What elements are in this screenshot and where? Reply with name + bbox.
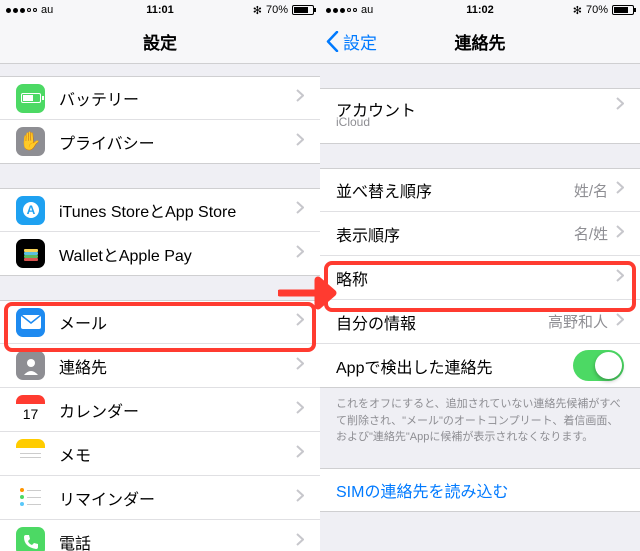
contacts-settings-screen: au 11:02 ✻ 70% 設定 連絡先 アカウント iCloud 並べ替え順… <box>320 0 640 551</box>
settings-row-hand[interactable]: ✋ プライバシー <box>0 120 320 164</box>
my-info-cell[interactable]: 自分の情報 高野和人 <box>320 300 640 344</box>
settings-row-notes[interactable]: メモ <box>0 432 320 476</box>
short-name-cell[interactable]: 略称 <box>320 256 640 300</box>
row-label: iTunes StoreとApp Store <box>59 198 296 222</box>
hand-icon: ✋ <box>16 127 45 156</box>
wallet-icon <box>16 239 45 268</box>
chevron-right-icon <box>296 489 304 507</box>
nav-bar: 設定 連絡先 <box>320 20 640 64</box>
display-order-cell[interactable]: 表示順序 名/姓 <box>320 212 640 256</box>
sort-order-cell[interactable]: 並べ替え順序 姓/名 <box>320 168 640 212</box>
appstore-icon: A <box>16 196 45 225</box>
accounts-value: iCloud <box>336 115 370 129</box>
chevron-right-icon <box>616 269 624 287</box>
display-label: 表示順序 <box>336 222 574 246</box>
row-label: 電話 <box>59 530 296 551</box>
battery-icon <box>612 5 634 15</box>
row-label: リマインダー <box>59 486 296 510</box>
row-label: プライバシー <box>59 130 296 154</box>
bluetooth-icon: ✻ <box>253 4 262 17</box>
row-label: WalletとApple Pay <box>59 242 296 266</box>
settings-screen: au 11:01 ✻ 70% 設定 バッテリー ✋ プライバシー AiTunes S… <box>0 0 320 551</box>
svg-text:A: A <box>26 203 35 217</box>
chevron-right-icon <box>296 313 304 331</box>
found-in-apps-cell: Appで検出した連絡先 <box>320 344 640 388</box>
mail-icon <box>16 308 45 337</box>
footer-text: これをオフにすると、追加されていない連絡先候補がすべて削除され、"メール"のオー… <box>320 388 640 454</box>
status-bar: au 11:02 ✻ 70% <box>320 0 640 20</box>
accounts-label: アカウント <box>336 97 616 121</box>
display-value: 名/姓 <box>574 223 608 244</box>
row-label: カレンダー <box>59 398 296 422</box>
short-label: 略称 <box>336 266 616 290</box>
settings-row-calendar[interactable]: 17 カレンダー <box>0 388 320 432</box>
row-label: バッテリー <box>59 86 296 110</box>
settings-list[interactable]: バッテリー ✋ プライバシー AiTunes StoreとApp Store Wall… <box>0 64 320 551</box>
carrier-label: au <box>41 4 53 16</box>
chevron-right-icon <box>616 225 624 243</box>
found-toggle[interactable] <box>573 350 624 381</box>
reminders-icon <box>16 483 45 512</box>
bluetooth-icon: ✻ <box>573 4 582 17</box>
chevron-right-icon <box>296 533 304 551</box>
settings-row-battery[interactable]: バッテリー <box>0 76 320 120</box>
sort-label: 並べ替え順序 <box>336 178 574 202</box>
battery-icon <box>16 84 45 113</box>
my-info-label: 自分の情報 <box>336 310 548 334</box>
chevron-right-icon <box>296 245 304 263</box>
contacts-settings-list[interactable]: アカウント iCloud 並べ替え順序 姓/名 表示順序 名/姓 略称 自分の情… <box>320 64 640 551</box>
chevron-right-icon <box>296 357 304 375</box>
battery-icon <box>292 5 314 15</box>
chevron-right-icon <box>616 97 624 115</box>
signal-icon <box>6 8 37 13</box>
settings-row-phone[interactable]: 電話 <box>0 520 320 551</box>
back-label: 設定 <box>343 29 377 54</box>
my-info-value: 高野和人 <box>548 311 608 332</box>
page-title: 設定 <box>143 29 177 54</box>
signal-icon <box>326 8 357 13</box>
settings-row-appstore[interactable]: AiTunes StoreとApp Store <box>0 188 320 232</box>
chevron-right-icon <box>296 89 304 107</box>
page-title: 連絡先 <box>455 29 506 54</box>
sort-value: 姓/名 <box>574 180 608 201</box>
notes-icon <box>16 439 45 468</box>
row-label: 連絡先 <box>59 354 296 378</box>
chevron-right-icon <box>296 401 304 419</box>
calendar-icon: 17 <box>16 395 45 424</box>
battery-pct: 70% <box>266 4 288 16</box>
found-label: Appで検出した連絡先 <box>336 354 573 378</box>
chevron-right-icon <box>616 313 624 331</box>
contact-icon <box>16 351 45 380</box>
settings-row-wallet[interactable]: WalletとApple Pay <box>0 232 320 276</box>
back-button[interactable]: 設定 <box>326 29 377 54</box>
chevron-right-icon <box>296 201 304 219</box>
row-label: メモ <box>59 442 296 466</box>
import-sim-cell[interactable]: SIMの連絡先を読み込む <box>320 468 640 512</box>
settings-row-contact[interactable]: 連絡先 <box>0 344 320 388</box>
settings-row-reminders[interactable]: リマインダー <box>0 476 320 520</box>
carrier-label: au <box>361 4 373 16</box>
chevron-right-icon <box>296 133 304 151</box>
status-bar: au 11:01 ✻ 70% <box>0 0 320 20</box>
settings-row-mail[interactable]: メール <box>0 300 320 344</box>
nav-bar: 設定 <box>0 20 320 64</box>
chevron-right-icon <box>296 445 304 463</box>
phone-icon <box>16 527 45 551</box>
row-label: メール <box>59 310 296 334</box>
chevron-right-icon <box>616 181 624 199</box>
accounts-cell[interactable]: アカウント iCloud <box>320 88 640 144</box>
import-sim-label: SIMの連絡先を読み込む <box>336 478 624 502</box>
battery-pct: 70% <box>586 4 608 16</box>
